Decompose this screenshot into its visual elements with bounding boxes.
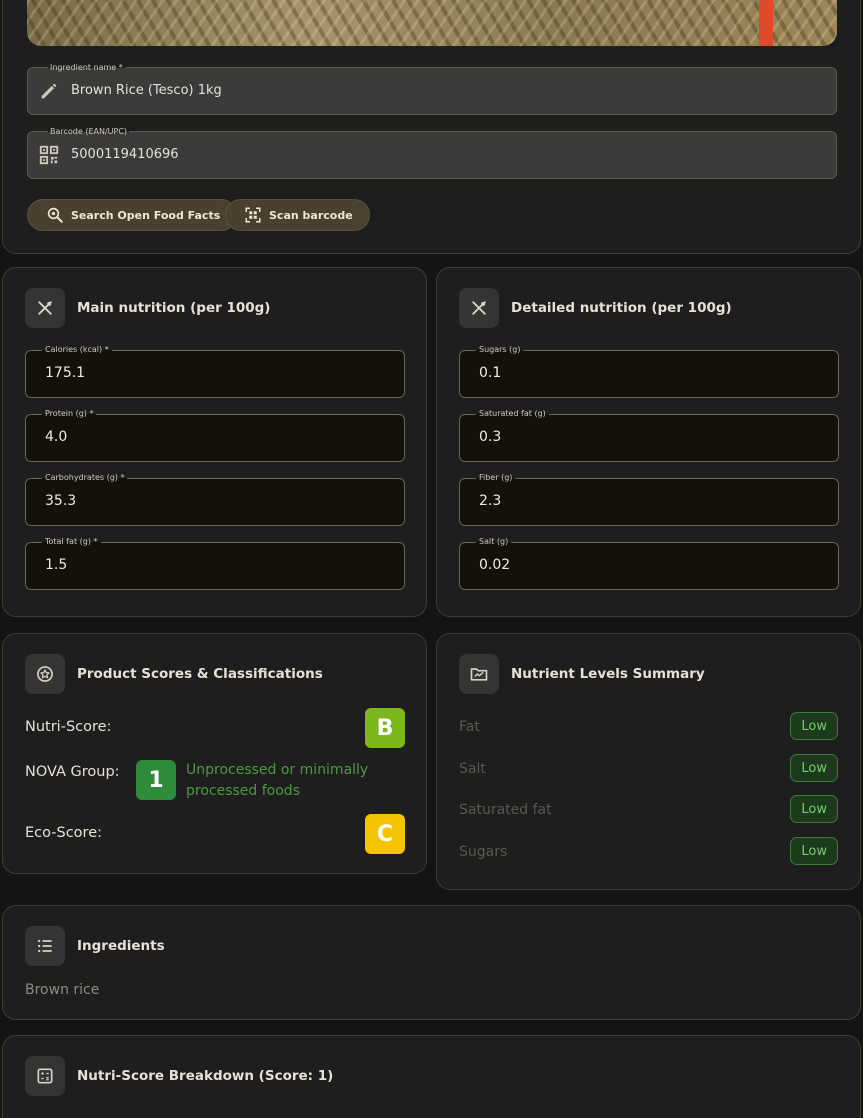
product-scores-card: Product Scores & Classifications Nutri-S… xyxy=(2,633,427,874)
calories-field[interactable]: Calories (kcal) * 175.1 xyxy=(25,345,405,398)
scan-barcode-button[interactable]: Scan barcode xyxy=(225,199,370,231)
barcode-input[interactable]: 5000119410696 xyxy=(71,147,179,162)
salt-label: Salt (g) xyxy=(476,537,512,547)
saturated-fat-label: Saturated fat (g) xyxy=(476,409,549,419)
barcode-field[interactable]: Barcode (EAN/UPC) 5000119410696 xyxy=(27,127,837,179)
search-open-food-facts-label: Search Open Food Facts xyxy=(71,208,221,222)
product-scores-title: Product Scores & Classifications xyxy=(77,666,323,682)
level-name-salt: Salt xyxy=(459,761,486,777)
barcode-label: Barcode (EAN/UPC) xyxy=(48,127,130,137)
eco-score-label: Eco-Score: xyxy=(25,825,103,841)
nutri-score-breakdown-title: Nutri-Score Breakdown (Score: 1) xyxy=(77,1068,334,1084)
protein-label: Protein (g) * xyxy=(42,409,97,419)
badge-icon xyxy=(25,654,65,694)
nutrient-levels-card: Nutrient Levels Summary Fat Low Salt Low… xyxy=(436,633,861,890)
nova-group-description: Unprocessed or minimally processed foods xyxy=(186,762,369,799)
protein-field[interactable]: Protein (g) * 4.0 xyxy=(25,409,405,462)
carbohydrates-input[interactable]: 35.3 xyxy=(45,493,76,509)
calories-input[interactable]: 175.1 xyxy=(45,365,85,381)
level-badge-salt: Low xyxy=(790,754,838,782)
level-name-fat: Fat xyxy=(459,719,480,735)
carbohydrates-field[interactable]: Carbohydrates (g) * 35.3 xyxy=(25,473,405,526)
eco-score-badge: C xyxy=(365,814,405,854)
barcode-scan-icon xyxy=(245,207,261,223)
pencil-icon xyxy=(41,83,57,99)
sugars-label: Sugars (g) xyxy=(476,345,524,355)
total-fat-field[interactable]: Total fat (g) * 1.5 xyxy=(25,537,405,590)
sugars-input[interactable]: 0.1 xyxy=(479,365,501,381)
level-badge-sugars: Low xyxy=(790,837,838,865)
ingredients-text: Brown rice xyxy=(25,982,100,998)
scan-barcode-label: Scan barcode xyxy=(269,208,353,222)
nutrient-levels-title: Nutrient Levels Summary xyxy=(511,666,705,682)
level-badge-fat: Low xyxy=(790,712,838,740)
qr-code-icon xyxy=(39,145,59,165)
ingredients-card: Ingredients Brown rice xyxy=(2,905,861,1020)
nutri-score-label: Nutri-Score: xyxy=(25,719,112,735)
level-badge-saturated-fat: Low xyxy=(790,795,838,823)
list-icon xyxy=(25,926,65,966)
carbohydrates-label: Carbohydrates (g) * xyxy=(42,473,128,483)
product-form-card: Ingredient name * Brown Rice (Tesco) 1kg… xyxy=(2,0,861,254)
main-nutrition-title: Main nutrition (per 100g) xyxy=(77,300,271,316)
ingredients-title: Ingredients xyxy=(77,938,165,954)
utensils-icon xyxy=(459,288,499,328)
utensils-icon xyxy=(25,288,65,328)
level-name-sugars: Sugars xyxy=(459,844,508,860)
fiber-label: Fiber (g) xyxy=(476,473,516,483)
salt-input[interactable]: 0.02 xyxy=(479,557,510,573)
nutri-score-breakdown-card: Nutri-Score Breakdown (Score: 1) xyxy=(2,1035,861,1118)
saturated-fat-input[interactable]: 0.3 xyxy=(479,429,501,445)
calculator-icon xyxy=(25,1056,65,1096)
sugars-field[interactable]: Sugars (g) 0.1 xyxy=(459,345,839,398)
ingredient-name-field[interactable]: Ingredient name * Brown Rice (Tesco) 1kg xyxy=(27,63,837,115)
protein-input[interactable]: 4.0 xyxy=(45,429,67,445)
product-photo xyxy=(27,0,837,46)
search-food-icon xyxy=(47,207,63,223)
level-name-saturated-fat: Saturated fat xyxy=(459,802,552,818)
ingredient-name-input[interactable]: Brown Rice (Tesco) 1kg xyxy=(71,83,222,98)
nutri-score-badge: B xyxy=(365,708,405,748)
saturated-fat-field[interactable]: Saturated fat (g) 0.3 xyxy=(459,409,839,462)
calories-label: Calories (kcal) * xyxy=(42,345,112,355)
total-fat-input[interactable]: 1.5 xyxy=(45,557,67,573)
search-open-food-facts-button[interactable]: Search Open Food Facts xyxy=(27,199,238,231)
ingredient-name-label: Ingredient name * xyxy=(48,63,125,73)
fiber-input[interactable]: 2.3 xyxy=(479,493,501,509)
nova-group-badge: 1 xyxy=(136,760,176,800)
salt-field[interactable]: Salt (g) 0.02 xyxy=(459,537,839,590)
fiber-field[interactable]: Fiber (g) 2.3 xyxy=(459,473,839,526)
main-nutrition-card: Main nutrition (per 100g) Calories (kcal… xyxy=(2,267,427,617)
detailed-nutrition-title: Detailed nutrition (per 100g) xyxy=(511,300,732,316)
detailed-nutrition-card: Detailed nutrition (per 100g) Sugars (g)… xyxy=(436,267,861,617)
total-fat-label: Total fat (g) * xyxy=(42,537,101,547)
nova-group-label: NOVA Group: xyxy=(25,764,120,780)
chart-folder-icon xyxy=(459,654,499,694)
